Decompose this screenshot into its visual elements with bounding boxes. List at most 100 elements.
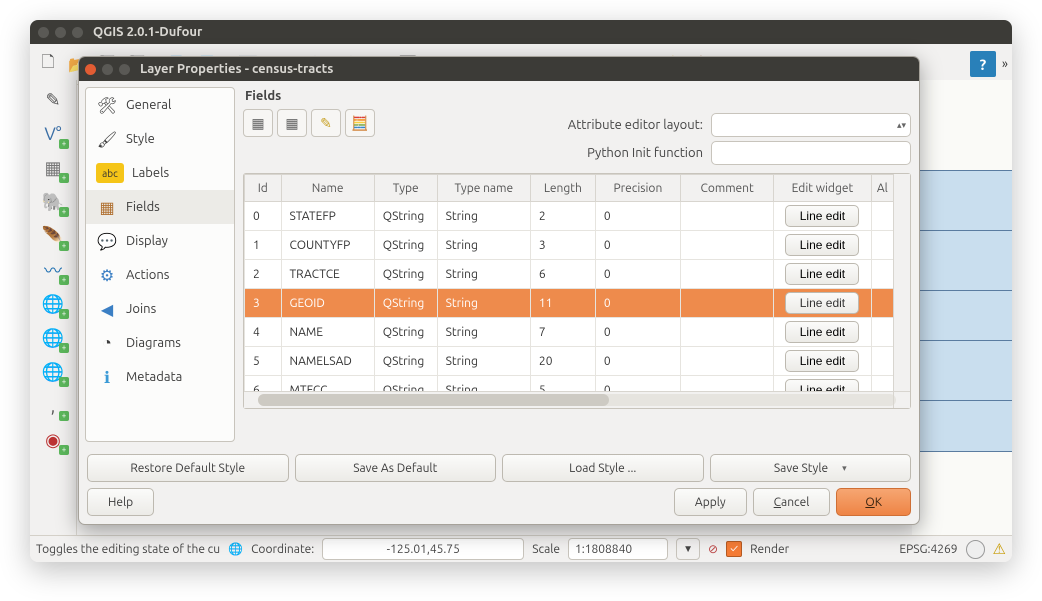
attr-editor-combo[interactable]: ▴▾ bbox=[711, 113, 911, 137]
stop-render-icon[interactable]: ⊘ bbox=[708, 542, 718, 556]
dialog-maximize-icon[interactable] bbox=[119, 64, 130, 75]
dialog-minimize-icon[interactable] bbox=[102, 64, 113, 75]
scale-input[interactable]: 1:1808840 bbox=[568, 538, 668, 560]
col-id[interactable]: Id bbox=[245, 175, 282, 202]
load-style-button[interactable]: Load Style ... bbox=[502, 454, 704, 482]
table-cell[interactable]: 5 bbox=[530, 376, 595, 392]
main-titlebar[interactable]: QGIS 2.0.1-Dufour bbox=[30, 20, 1012, 44]
table-cell[interactable]: QString bbox=[374, 202, 437, 231]
nav-item-joins[interactable]: ◀ Joins bbox=[86, 292, 234, 326]
table-cell[interactable]: QString bbox=[374, 376, 437, 392]
edit-widget-button[interactable]: Line edit bbox=[785, 379, 859, 391]
edit-widget-button[interactable]: Line edit bbox=[785, 263, 859, 285]
table-cell[interactable]: 2 bbox=[245, 260, 282, 289]
table-cell[interactable]: TRACTCE bbox=[281, 260, 374, 289]
table-cell[interactable]: 6 bbox=[530, 260, 595, 289]
log-messages-icon[interactable]: ⚠ bbox=[993, 540, 1006, 558]
table-cell[interactable]: QString bbox=[374, 289, 437, 318]
nav-item-labels[interactable]: abc Labels bbox=[86, 156, 234, 190]
col-alias[interactable]: Al bbox=[871, 175, 893, 202]
save-as-default-button[interactable]: Save As Default bbox=[295, 454, 497, 482]
table-cell[interactable]: 1 bbox=[245, 231, 282, 260]
table-cell[interactable]: 0 bbox=[595, 376, 680, 392]
table-cell[interactable]: 4 bbox=[245, 318, 282, 347]
nav-item-metadata[interactable]: ℹ Metadata bbox=[86, 360, 234, 394]
ok-button[interactable]: OK bbox=[836, 488, 911, 516]
table-row[interactable]: 5NAMELSADQStringString200Line edit bbox=[245, 347, 894, 376]
raster-layer-icon[interactable]: ▦+ bbox=[38, 154, 68, 182]
wcs-icon[interactable]: 🌐+ bbox=[38, 324, 68, 352]
edit-widget-button[interactable]: Line edit bbox=[785, 292, 859, 314]
table-cell[interactable]: 3 bbox=[245, 289, 282, 318]
table-row[interactable]: 3GEOIDQStringString110Line edit bbox=[245, 289, 894, 318]
table-cell[interactable]: QString bbox=[374, 231, 437, 260]
dialog-close-icon[interactable] bbox=[85, 64, 96, 75]
new-project-icon[interactable]: 🗋 bbox=[34, 50, 62, 78]
table-cell[interactable] bbox=[871, 376, 893, 392]
edit-widget-button[interactable]: Line edit bbox=[785, 234, 859, 256]
edit-widget-button[interactable]: Line edit bbox=[785, 321, 859, 343]
table-cell[interactable]: 2 bbox=[530, 202, 595, 231]
table-cell[interactable] bbox=[680, 347, 773, 376]
window-maximize-icon[interactable] bbox=[72, 27, 83, 38]
table-cell[interactable] bbox=[680, 202, 773, 231]
table-row[interactable]: 1COUNTYFPQStringString30Line edit bbox=[245, 231, 894, 260]
col-typename[interactable]: Type name bbox=[437, 175, 530, 202]
table-cell[interactable]: String bbox=[437, 347, 530, 376]
nav-item-style[interactable]: 🖌 Style bbox=[86, 122, 234, 156]
python-init-input[interactable] bbox=[711, 141, 911, 165]
edit-widget-button[interactable]: Line edit bbox=[785, 350, 859, 372]
render-checkbox[interactable]: ✓ bbox=[726, 541, 742, 557]
table-cell[interactable]: String bbox=[437, 202, 530, 231]
table-cell[interactable]: 0 bbox=[595, 260, 680, 289]
table-cell[interactable]: QString bbox=[374, 318, 437, 347]
wms-icon[interactable]: 🌐+ bbox=[38, 290, 68, 318]
col-comment[interactable]: Comment bbox=[680, 175, 773, 202]
table-cell[interactable]: 0 bbox=[595, 231, 680, 260]
dialog-titlebar[interactable]: Layer Properties - census-tracts bbox=[79, 57, 919, 81]
table-cell[interactable]: COUNTYFP bbox=[281, 231, 374, 260]
col-edit-widget[interactable]: Edit widget bbox=[774, 175, 871, 202]
table-cell[interactable]: 11 bbox=[530, 289, 595, 318]
table-cell[interactable]: 0 bbox=[595, 318, 680, 347]
delimited-text-icon[interactable]: ,+ bbox=[38, 392, 68, 420]
table-cell[interactable]: 0 bbox=[595, 347, 680, 376]
pencil-icon[interactable]: ✎ bbox=[38, 86, 68, 114]
toolbar-overflow-icon[interactable]: » bbox=[1002, 57, 1008, 71]
table-cell[interactable]: QString bbox=[374, 347, 437, 376]
table-cell[interactable]: NAME bbox=[281, 318, 374, 347]
col-precision[interactable]: Precision bbox=[595, 175, 680, 202]
table-cell[interactable]: 5 bbox=[245, 347, 282, 376]
table-cell[interactable]: String bbox=[437, 376, 530, 392]
postgis-icon[interactable]: 🐘+ bbox=[38, 188, 68, 216]
crs-button-icon[interactable] bbox=[966, 540, 985, 559]
field-calculator-icon[interactable]: 🧮 bbox=[345, 109, 375, 137]
table-cell[interactable] bbox=[680, 231, 773, 260]
col-length[interactable]: Length bbox=[530, 175, 595, 202]
vertical-scrollbar[interactable] bbox=[893, 174, 910, 392]
table-cell[interactable]: 6 bbox=[245, 376, 282, 392]
new-field-icon[interactable]: ▦ bbox=[243, 109, 273, 137]
table-cell[interactable] bbox=[871, 347, 893, 376]
window-close-icon[interactable] bbox=[38, 27, 49, 38]
map-canvas[interactable] bbox=[912, 80, 1012, 536]
table-cell[interactable]: NAMELSAD bbox=[281, 347, 374, 376]
help-icon[interactable]: ? bbox=[970, 51, 996, 77]
table-cell[interactable] bbox=[680, 318, 773, 347]
table-cell[interactable]: QString bbox=[374, 260, 437, 289]
table-cell[interactable]: 0 bbox=[245, 202, 282, 231]
table-cell[interactable]: MTFCC bbox=[281, 376, 374, 392]
help-button[interactable]: Help bbox=[87, 488, 154, 516]
table-cell[interactable] bbox=[871, 202, 893, 231]
table-cell[interactable]: 3 bbox=[530, 231, 595, 260]
nav-item-display[interactable]: 💬 Display bbox=[86, 224, 234, 258]
delete-field-icon[interactable]: ▦ bbox=[277, 109, 307, 137]
spatialite-icon[interactable]: 🪶+ bbox=[38, 222, 68, 250]
vector-layer-icon[interactable]: V°+ bbox=[38, 120, 68, 148]
table-cell[interactable]: 7 bbox=[530, 318, 595, 347]
horizontal-scrollbar[interactable] bbox=[244, 391, 910, 408]
toggle-editing-icon[interactable]: ✎ bbox=[311, 109, 341, 137]
table-cell[interactable] bbox=[680, 376, 773, 392]
coordinate-input[interactable]: -125.01,45.75 bbox=[322, 538, 524, 560]
table-cell[interactable]: String bbox=[437, 260, 530, 289]
